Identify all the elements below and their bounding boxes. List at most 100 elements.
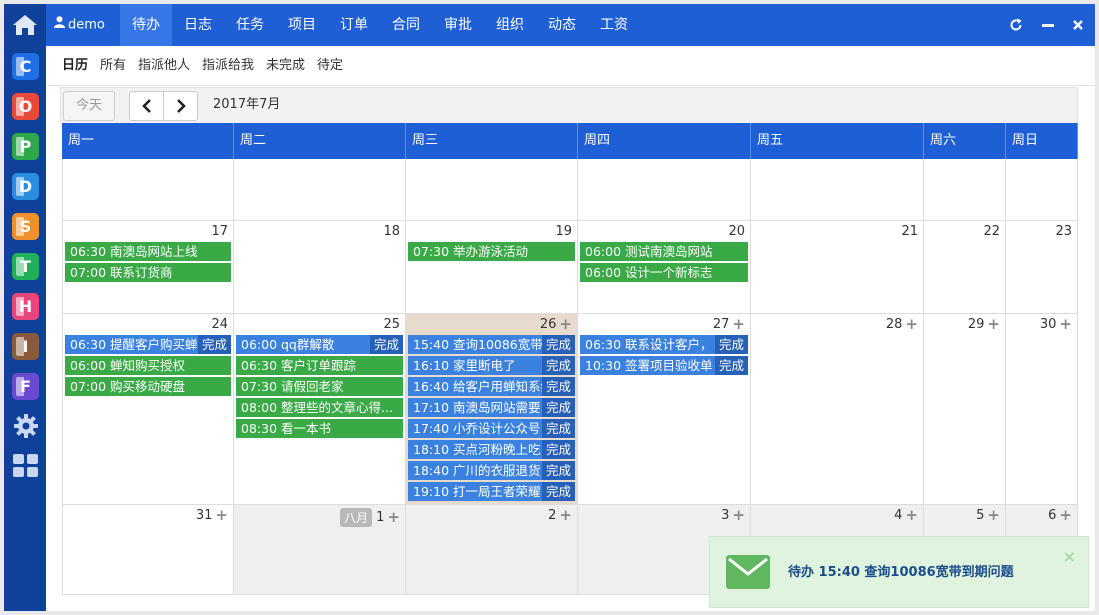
app-launcher-icon[interactable]: H: [12, 293, 39, 320]
app-launcher-icon[interactable]: O: [12, 93, 39, 120]
sub-tab[interactable]: 指派他人: [138, 46, 190, 86]
day-cell[interactable]: 2 +: [406, 505, 578, 595]
day-cell[interactable]: [62, 159, 234, 221]
complete-button[interactable]: 完成: [541, 398, 575, 417]
prev-month-button[interactable]: [129, 91, 164, 121]
day-cell[interactable]: 17 06:30 南澳岛网站上线 07:00 联系订货商: [62, 221, 234, 314]
todo-event[interactable]: 06:30 南澳岛网站上线: [65, 242, 231, 261]
complete-button[interactable]: 完成: [541, 482, 575, 501]
todo-event[interactable]: 07:00 联系订货商: [65, 263, 231, 282]
complete-button[interactable]: 完成: [541, 377, 575, 396]
day-cell[interactable]: 28 +: [751, 314, 924, 505]
todo-event[interactable]: 06:00 蝉知购买授权: [65, 356, 231, 375]
todo-event[interactable]: 06:30 客户订单跟踪: [236, 356, 403, 375]
day-cell[interactable]: 23: [1006, 221, 1078, 314]
complete-button[interactable]: 完成: [541, 440, 575, 459]
add-todo-plus-icon[interactable]: +: [1059, 317, 1072, 332]
todo-event[interactable]: 06:00 qq群解散 完成: [236, 335, 403, 354]
todo-event[interactable]: 07:30 请假回老家: [236, 377, 403, 396]
sub-tab[interactable]: 所有: [100, 46, 126, 86]
refresh-icon[interactable]: [1007, 16, 1025, 34]
nav-tab[interactable]: 审批: [432, 4, 484, 46]
day-cell[interactable]: [924, 159, 1006, 221]
todo-event[interactable]: 06:30 提醒客户购买蝉 完成: [65, 335, 231, 354]
add-todo-plus-icon[interactable]: +: [1059, 508, 1072, 523]
day-cell[interactable]: 20 06:00 测试南澳岛网站 06:00 设计一个新标志: [578, 221, 751, 314]
nav-tab[interactable]: 工资: [588, 4, 640, 46]
todo-event[interactable]: 10:30 签署项目验收单 完成: [580, 356, 748, 375]
add-todo-plus-icon[interactable]: +: [905, 508, 918, 523]
nav-tab[interactable]: 订单: [328, 4, 380, 46]
app-launcher-icon[interactable]: I: [12, 333, 39, 360]
todo-event[interactable]: 17:10 南澳岛网站需要... 完成: [408, 398, 575, 417]
complete-button[interactable]: 完成: [541, 356, 575, 375]
complete-button[interactable]: 完成: [541, 419, 575, 438]
grid-apps-icon[interactable]: [12, 452, 39, 479]
app-launcher-icon[interactable]: T: [12, 253, 39, 280]
day-cell[interactable]: 26 +15:40 查询10086宽带... 完成 16:10 家里断电了 完成 16:4…: [406, 314, 578, 505]
add-todo-plus-icon[interactable]: +: [732, 508, 745, 523]
todo-event[interactable]: 07:30 举办游泳活动: [408, 242, 575, 261]
close-icon[interactable]: [1069, 16, 1087, 34]
complete-button[interactable]: 完成: [714, 335, 748, 354]
app-launcher-icon[interactable]: D: [12, 173, 39, 200]
sub-tab[interactable]: 指派给我: [202, 46, 254, 86]
todo-event[interactable]: 16:40 给客户用蝉知系统 完成: [408, 377, 575, 396]
add-todo-plus-icon[interactable]: +: [987, 508, 1000, 523]
day-cell[interactable]: [578, 159, 751, 221]
day-cell[interactable]: [1006, 159, 1078, 221]
complete-button[interactable]: 完成: [541, 335, 575, 354]
day-cell[interactable]: 八月 1 +: [234, 505, 406, 595]
toast-close-icon[interactable]: ×: [1063, 547, 1076, 566]
complete-button[interactable]: 完成: [369, 335, 403, 354]
day-cell[interactable]: 31 +: [62, 505, 234, 595]
add-todo-plus-icon[interactable]: +: [215, 508, 228, 523]
todo-event[interactable]: 07:00 购买移动硬盘: [65, 377, 231, 396]
todo-event[interactable]: 06:00 测试南澳岛网站: [580, 242, 748, 261]
sub-tab[interactable]: 待定: [317, 46, 343, 86]
home-icon[interactable]: [4, 4, 46, 46]
todo-event[interactable]: 08:30 看一本书: [236, 419, 403, 438]
app-launcher-icon[interactable]: C: [12, 53, 39, 80]
complete-button[interactable]: 完成: [197, 335, 231, 354]
sub-tab[interactable]: 未完成: [266, 46, 305, 86]
sub-tab[interactable]: 日历: [62, 46, 88, 86]
nav-tab[interactable]: 待办: [120, 4, 172, 46]
todo-event[interactable]: 06:00 设计一个新标志: [580, 263, 748, 282]
day-cell[interactable]: 18: [234, 221, 406, 314]
todo-event[interactable]: 08:00 整理些的文章心得...: [236, 398, 403, 417]
day-cell[interactable]: 24 06:30 提醒客户购买蝉 完成 06:00 蝉知购买授权 07:00 购买移动硬…: [62, 314, 234, 505]
day-cell[interactable]: 30 +: [1006, 314, 1078, 505]
nav-tab[interactable]: 项目: [276, 4, 328, 46]
todo-event[interactable]: 18:10 买点河粉晚上吃 完成: [408, 440, 575, 459]
add-todo-plus-icon[interactable]: +: [987, 317, 1000, 332]
day-cell[interactable]: 25 06:00 qq群解散 完成 06:30 客户订单跟踪 07:30 请假回老家 08…: [234, 314, 406, 505]
add-todo-plus-icon[interactable]: +: [559, 508, 572, 523]
day-cell[interactable]: 19 07:30 举办游泳活动: [406, 221, 578, 314]
todo-event[interactable]: 06:30 联系设计客户， 完成: [580, 335, 748, 354]
day-cell[interactable]: 21: [751, 221, 924, 314]
todo-event[interactable]: 17:40 小乔设计公众号 完成: [408, 419, 575, 438]
todo-event[interactable]: 16:10 家里断电了 完成: [408, 356, 575, 375]
nav-tab[interactable]: 日志: [172, 4, 224, 46]
nav-tab[interactable]: 组织: [484, 4, 536, 46]
nav-tab[interactable]: 合同: [380, 4, 432, 46]
complete-button[interactable]: 完成: [714, 356, 748, 375]
user-menu[interactable]: demo: [54, 4, 105, 46]
nav-tab[interactable]: 动态: [536, 4, 588, 46]
todo-event[interactable]: 19:10 打一局王者荣耀 完成: [408, 482, 575, 501]
day-cell[interactable]: 22: [924, 221, 1006, 314]
settings-gear-icon[interactable]: [12, 412, 39, 439]
notification-toast[interactable]: 待办 15:40 查询10086宽带到期问题 ×: [709, 536, 1089, 608]
add-todo-plus-icon[interactable]: +: [732, 317, 745, 332]
todo-event[interactable]: 18:40 广川的衣服退货 完成: [408, 461, 575, 480]
day-cell[interactable]: [751, 159, 924, 221]
add-todo-plus-icon[interactable]: +: [387, 510, 400, 525]
todo-event[interactable]: 15:40 查询10086宽带... 完成: [408, 335, 575, 354]
complete-button[interactable]: 完成: [541, 461, 575, 480]
nav-tab[interactable]: 任务: [224, 4, 276, 46]
add-todo-plus-icon[interactable]: +: [905, 317, 918, 332]
app-launcher-icon[interactable]: P: [12, 133, 39, 160]
minimize-icon[interactable]: [1039, 16, 1057, 34]
day-cell[interactable]: 27 +06:30 联系设计客户， 完成 10:30 签署项目验收单 完成: [578, 314, 751, 505]
